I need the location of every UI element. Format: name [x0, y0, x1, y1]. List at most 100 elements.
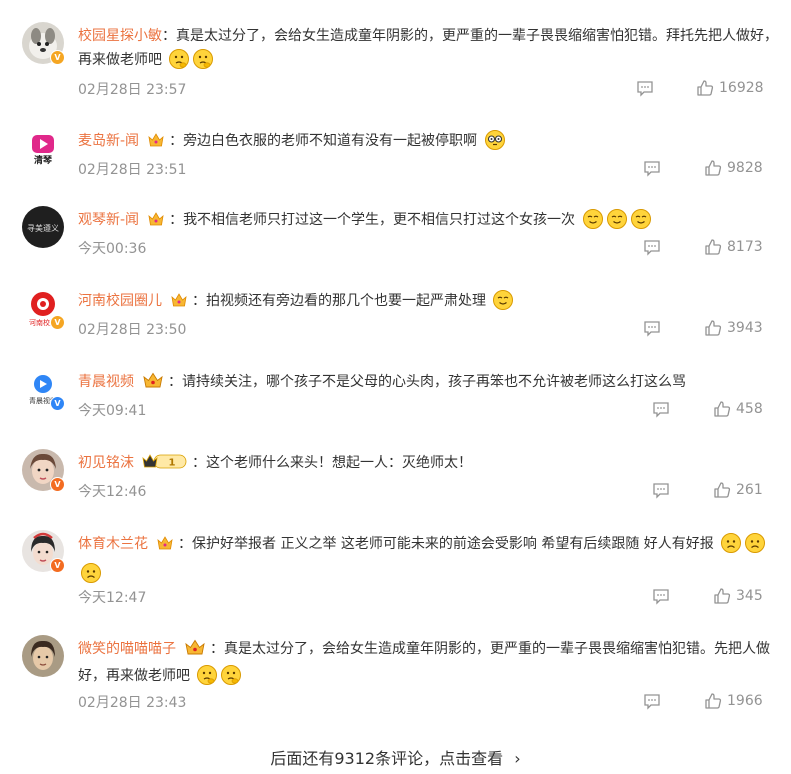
like-count: 1966	[727, 693, 763, 709]
comment-icon	[653, 402, 669, 418]
like-button[interactable]: 345	[713, 587, 763, 605]
separator: ：	[192, 455, 206, 471]
svg-text:清琴: 清琴	[34, 154, 53, 166]
username[interactable]: 河南校园圈儿	[78, 293, 162, 309]
separator: ：	[178, 536, 192, 552]
comment-text: 这个老师什么来头！想起一人：灭绝师太！	[206, 455, 472, 471]
nerd-emoji-icon	[484, 129, 506, 159]
thumb-up-icon	[697, 80, 714, 96]
smile-emoji-icon	[582, 208, 604, 238]
comment-text: 保护好举报者 正义之举 这老师可能未来的前途会受影响 希望有后续跟随 好人有好报	[192, 536, 714, 552]
comment-icon	[653, 589, 669, 605]
comment-icon	[644, 694, 660, 710]
thumb-up-icon	[714, 482, 731, 498]
comment-text: 真是太过分了，会给女生造成童年阴影的，更严重的一辈子畏畏缩缩害怕犯错。先把人做好…	[78, 641, 770, 684]
svg-text:寻美遵义: 寻美遵义	[27, 223, 59, 233]
reply-button[interactable]	[652, 587, 670, 605]
username[interactable]: 观琴新-闻	[78, 212, 139, 228]
comment-text: 旁边白色衣服的老师不知道有没有一起被停职啊	[183, 133, 478, 149]
separator: ：	[169, 133, 184, 149]
comment-icon	[653, 483, 669, 499]
comment-icon	[644, 321, 660, 337]
comment-text: 我不相信老师只打过这一个学生，更不相信只打过这个女孩一次	[183, 212, 576, 228]
thinking-emoji-icon	[192, 48, 214, 78]
username[interactable]: 校园星探小敏	[78, 28, 162, 44]
avatar[interactable]: 清琴	[22, 127, 64, 169]
crown-badge-icon	[184, 638, 206, 664]
verified-badge-icon: V	[50, 396, 65, 411]
avatar[interactable]: 寻美遵义	[22, 206, 64, 248]
reply-button[interactable]	[636, 79, 654, 97]
crown-badge-icon	[147, 131, 165, 156]
thumb-up-icon	[714, 401, 731, 417]
separator: ：	[162, 28, 176, 44]
thumb-up-icon	[705, 160, 722, 176]
separator: ：	[168, 374, 182, 390]
thinking-emoji-icon	[168, 48, 190, 78]
separator: ：	[192, 293, 206, 309]
like-count: 458	[736, 401, 763, 417]
reply-button[interactable]	[652, 481, 670, 499]
more-comments-label[interactable]: 后面还有9312条评论，点击查看	[270, 749, 503, 768]
crown-badge-icon	[156, 534, 174, 559]
comment-icon	[637, 81, 653, 97]
like-count: 345	[736, 588, 763, 604]
crown-badge-icon	[147, 210, 165, 235]
thumb-up-icon	[714, 588, 731, 604]
username[interactable]: 麦岛新-闻	[78, 133, 139, 149]
comment-time: 02月28日 23:57	[78, 82, 187, 98]
verified-badge-icon: V	[50, 315, 65, 330]
separator: ：	[210, 641, 224, 657]
thumb-up-icon	[705, 693, 722, 709]
like-button[interactable]: 16928	[696, 79, 764, 97]
like-button[interactable]: 9828	[704, 159, 763, 177]
thinking-emoji-icon	[220, 664, 242, 694]
username[interactable]: 初见铭沫	[78, 455, 134, 471]
like-count: 8173	[727, 239, 763, 255]
comment-text: 拍视频还有旁边看的那几个也要一起严肃处理	[206, 293, 486, 309]
thumb-up-icon	[705, 320, 722, 336]
like-button[interactable]: 261	[713, 481, 763, 499]
comment-text: 请持续关注，哪个孩子不是父母的心头肉，孩子再笨也不允许被老师这么打这么骂	[182, 374, 686, 390]
reply-button[interactable]	[643, 238, 661, 256]
username[interactable]: 体育木兰花	[78, 536, 148, 552]
smile-emoji-icon	[606, 208, 628, 238]
smile-emoji-icon	[492, 289, 514, 319]
like-button[interactable]: 8173	[704, 238, 763, 256]
verified-badge-icon: V	[50, 477, 65, 492]
like-button[interactable]: 458	[713, 400, 763, 418]
comment-time: 02月28日 23:51	[78, 162, 187, 178]
more-comments-link[interactable]: 后面还有9312条评论，点击查看 ›	[0, 745, 791, 769]
crown-badge-icon	[170, 291, 188, 316]
comment-time: 02月28日 23:50	[78, 322, 187, 338]
reply-button[interactable]	[643, 692, 661, 710]
sad-emoji-icon	[720, 532, 742, 562]
verified-badge-icon: V	[50, 558, 65, 573]
username[interactable]: 青晨视频	[78, 374, 134, 390]
like-count: 9828	[727, 160, 763, 176]
avatar[interactable]	[22, 635, 64, 677]
fan-level: 1	[169, 458, 176, 469]
chevron-right-icon: ›	[514, 749, 521, 768]
crown-badge-icon	[142, 371, 164, 397]
sad-emoji-icon	[744, 532, 766, 562]
comment-time: 今天12:46	[78, 484, 147, 500]
comment-time: 02月28日 23:43	[78, 695, 187, 711]
comment-icon	[644, 240, 660, 256]
fan-level-badge: 1	[142, 452, 188, 478]
verified-badge-icon: V	[50, 50, 65, 65]
like-count: 261	[736, 482, 763, 498]
like-button[interactable]: 1966	[704, 692, 763, 710]
comment-time: 今天09:41	[78, 403, 147, 419]
thinking-emoji-icon	[196, 664, 218, 694]
smile-emoji-icon	[630, 208, 652, 238]
like-count: 3943	[727, 320, 763, 336]
like-button[interactable]: 3943	[704, 319, 763, 337]
username[interactable]: 微笑的喵喵喵子	[78, 641, 176, 657]
reply-button[interactable]	[643, 319, 661, 337]
comment-time: 今天00:36	[78, 241, 147, 257]
reply-button[interactable]	[652, 400, 670, 418]
separator: ：	[169, 212, 184, 228]
comment-time: 今天12:47	[78, 590, 147, 606]
reply-button[interactable]	[643, 159, 661, 177]
